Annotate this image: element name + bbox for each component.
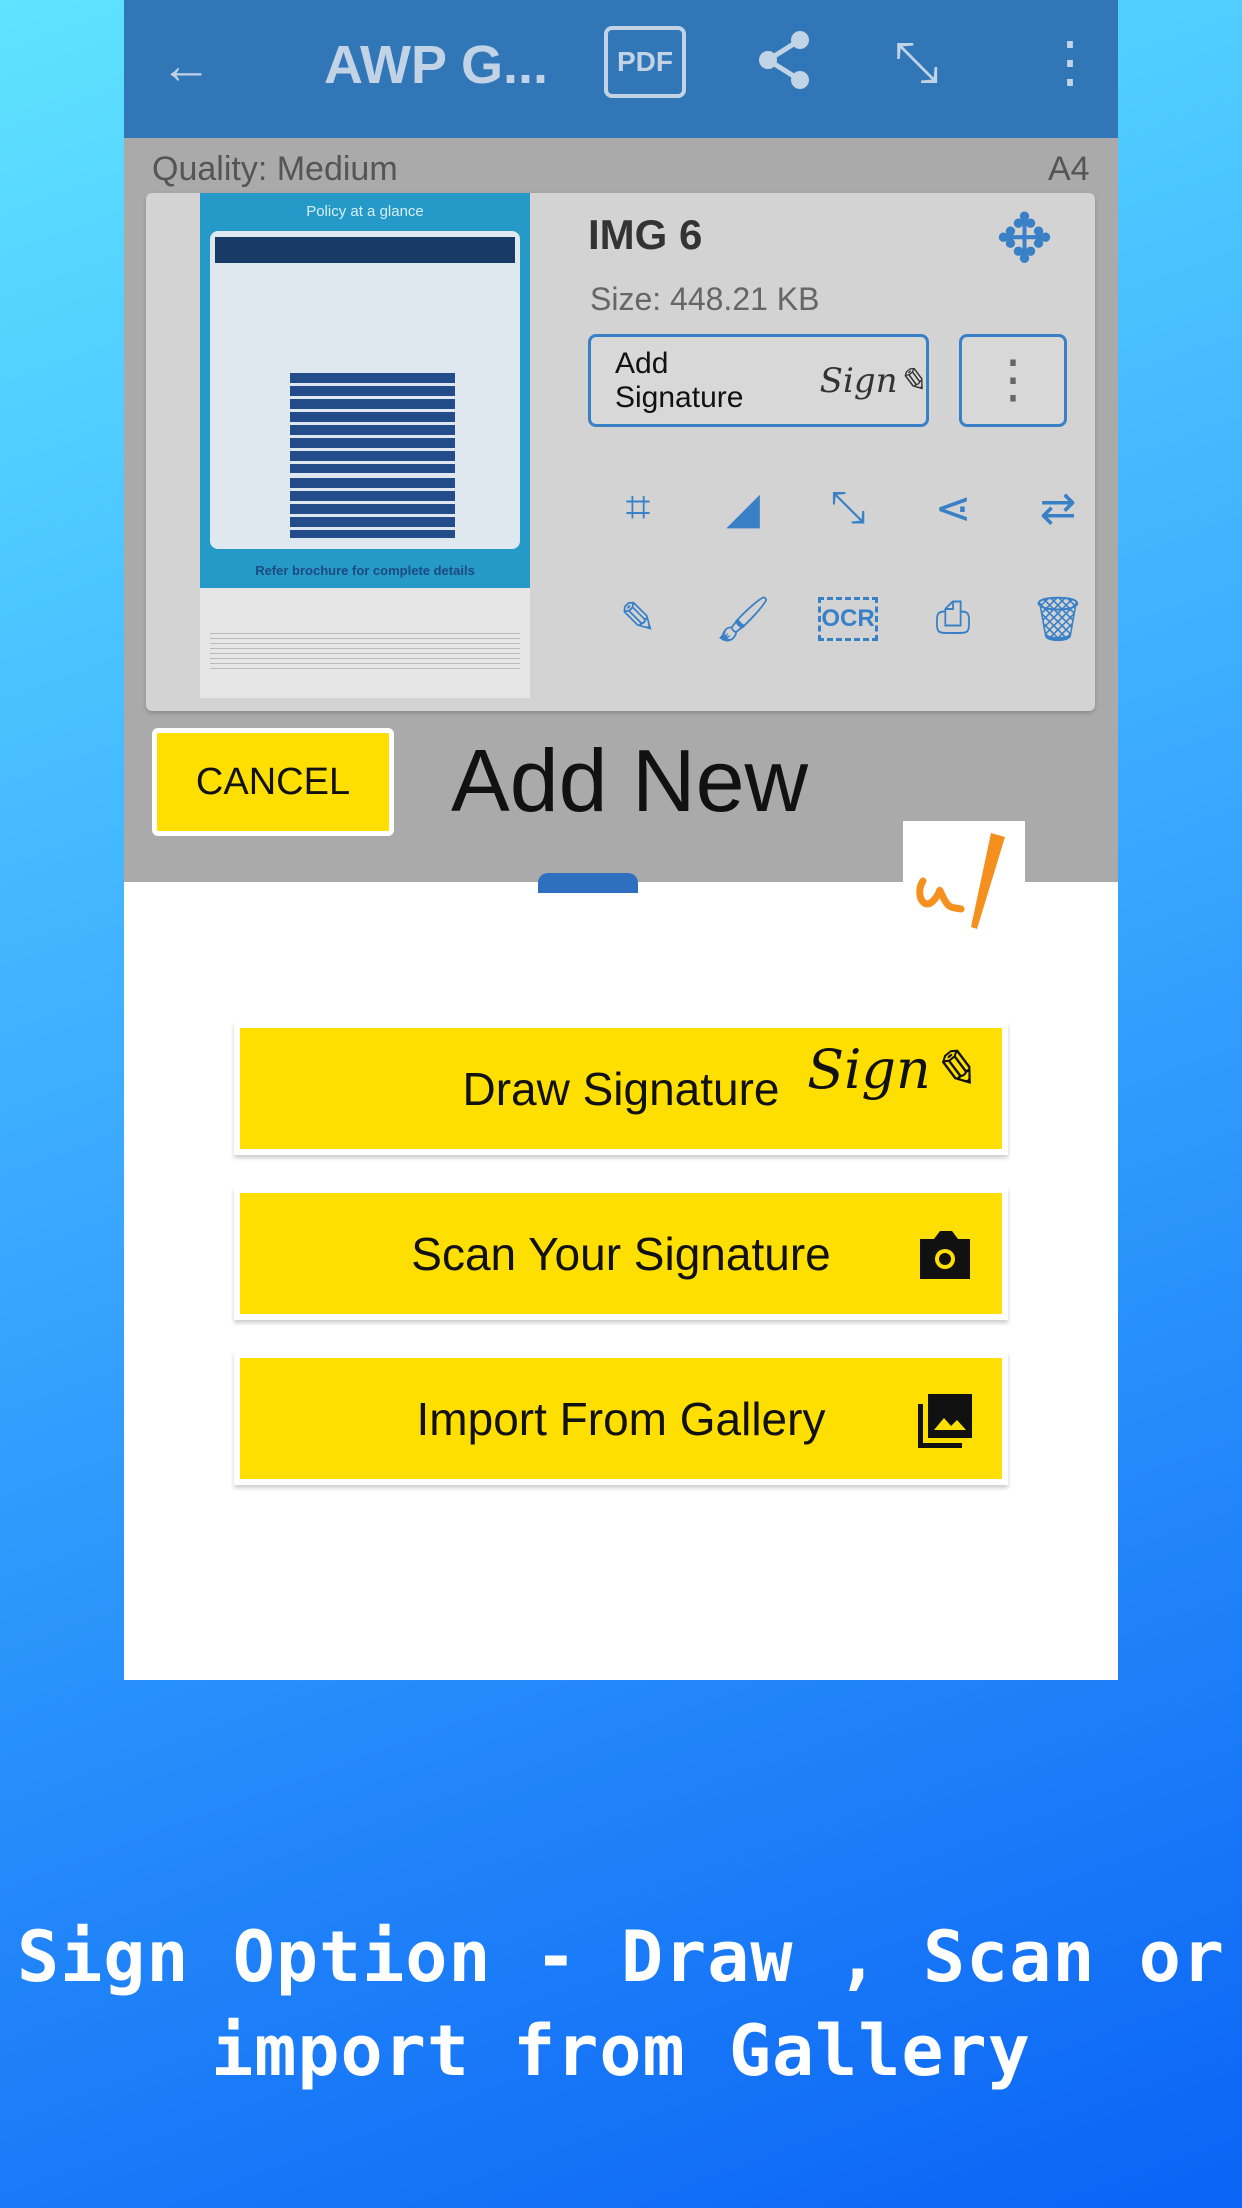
edit-note-icon[interactable]: ✎ (608, 593, 668, 645)
brush-icon[interactable]: 🖌 (713, 593, 773, 645)
print-icon[interactable]: ⎙ (923, 593, 983, 645)
scan-signature-label: Scan Your Signature (411, 1227, 831, 1280)
caption-line-2: import from Gallery (211, 2010, 1031, 2092)
back-arrow-icon[interactable]: ← (160, 40, 212, 92)
document-list: Quality: Medium A4 Policy at a glance Re… (124, 138, 1118, 893)
sign-pen-icon: Sign✎ (807, 1038, 976, 1101)
move-icon[interactable]: ✥ (996, 205, 1053, 273)
import-gallery-label: Import From Gallery (416, 1392, 826, 1445)
document-card[interactable]: Policy at a glance Refer brochure for co… (146, 193, 1095, 711)
thumb-footer: Refer brochure for complete details (255, 563, 475, 578)
scan-signature-button[interactable]: Scan Your Signature (234, 1187, 1008, 1320)
camera-icon (920, 1231, 970, 1279)
signature-logo (903, 821, 1025, 936)
app-bar: ← AWP G... PDF ⤡ ⋮ (124, 0, 1118, 138)
share-icon[interactable] (756, 30, 812, 90)
cancel-button[interactable]: CANCEL (152, 728, 394, 836)
document-thumbnail[interactable]: Policy at a glance Refer brochure for co… (200, 193, 530, 698)
add-signature-label: Add Signature (615, 346, 744, 414)
tool-row-2: ✎ 🖌 OCR ⎙ 🗑 (608, 593, 1088, 645)
caption-line-1: Sign Option - Draw , Scan or (16, 1916, 1226, 1998)
delete-icon[interactable]: 🗑 (1028, 593, 1088, 645)
page-size-label: A4 (1048, 150, 1090, 188)
pdf-icon[interactable]: PDF (604, 26, 686, 98)
draw-signature-label: Draw Signature (462, 1062, 780, 1115)
compress-icon[interactable]: ⤡ (894, 34, 939, 90)
swap-icon[interactable]: ⇄ (1028, 483, 1088, 534)
gallery-icon (918, 1394, 972, 1448)
more-options-button[interactable]: ⋮ (959, 334, 1067, 427)
share-icon[interactable]: ⋖ (923, 483, 983, 534)
more-vert-icon[interactable]: ⋮ (1042, 34, 1098, 90)
tool-row-1: ⌗ ◢ ⤡ ⋖ ⇄ (608, 483, 1088, 534)
quality-label: Quality: Medium (152, 150, 398, 188)
sign-pen-icon: Sign✎ (819, 360, 926, 401)
ocr-icon[interactable]: OCR (818, 597, 878, 641)
document-size: Size: 448.21 KB (590, 281, 820, 317)
add-signature-button[interactable]: Add Signature Sign✎ (588, 334, 929, 427)
thumb-title: Policy at a glance (306, 203, 424, 220)
compress-icon[interactable]: ⤡ (818, 483, 878, 534)
dialog-title: Add New (451, 731, 809, 830)
app-title: AWP G... (324, 35, 549, 95)
document-name: IMG 6 (588, 211, 703, 258)
phone-screen: ← AWP G... PDF ⤡ ⋮ Quality: Medium A4 Po… (124, 0, 1118, 1680)
eraser-icon[interactable]: ◢ (713, 483, 773, 534)
crop-icon[interactable]: ⌗ (608, 483, 668, 534)
draw-signature-button[interactable]: Draw Signature Sign✎ (234, 1022, 1008, 1155)
import-gallery-button[interactable]: Import From Gallery (234, 1352, 1008, 1485)
